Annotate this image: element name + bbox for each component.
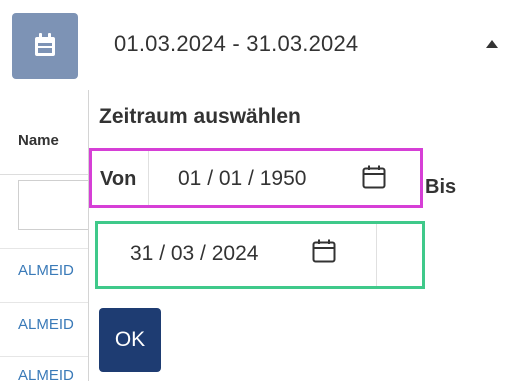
caret-up-icon[interactable] bbox=[486, 40, 498, 48]
to-date-group: 31 / 03 / 2024 bbox=[95, 221, 425, 289]
from-date-group: Von 01 / 01 / 1950 bbox=[89, 148, 423, 208]
calendar-button[interactable] bbox=[12, 13, 78, 79]
row-divider bbox=[0, 302, 88, 303]
from-date-input[interactable]: 01 / 01 / 1950 bbox=[178, 167, 306, 191]
from-divider bbox=[148, 151, 149, 205]
date-range-field[interactable]: 01.03.2024 - 31.03.2024 bbox=[88, 0, 515, 91]
row-divider bbox=[0, 248, 88, 249]
to-label: Bis bbox=[425, 176, 457, 198]
table-column-header[interactable]: Name bbox=[0, 110, 88, 175]
column-header-label: Name bbox=[18, 132, 59, 149]
to-divider bbox=[376, 224, 377, 286]
table-row-link[interactable]: ALMEID bbox=[18, 316, 74, 333]
calendar-icon[interactable] bbox=[362, 165, 386, 189]
ok-button[interactable]: OK bbox=[99, 308, 161, 372]
date-range-picker-panel: Zeitraum auswählen Von 01 / 01 / 1950 Bi… bbox=[88, 90, 515, 381]
date-range-value: 01.03.2024 - 31.03.2024 bbox=[114, 31, 359, 56]
from-label: Von bbox=[100, 168, 137, 190]
calendar-icon[interactable] bbox=[312, 239, 336, 263]
row-divider bbox=[0, 356, 88, 357]
calendar-icon bbox=[35, 33, 55, 56]
table-row-link[interactable]: ALMEID bbox=[18, 367, 74, 384]
to-date-input[interactable]: 31 / 03 / 2024 bbox=[130, 242, 258, 266]
table-row-link[interactable]: ALMEID bbox=[18, 262, 74, 279]
picker-title: Zeitraum auswählen bbox=[99, 105, 301, 128]
